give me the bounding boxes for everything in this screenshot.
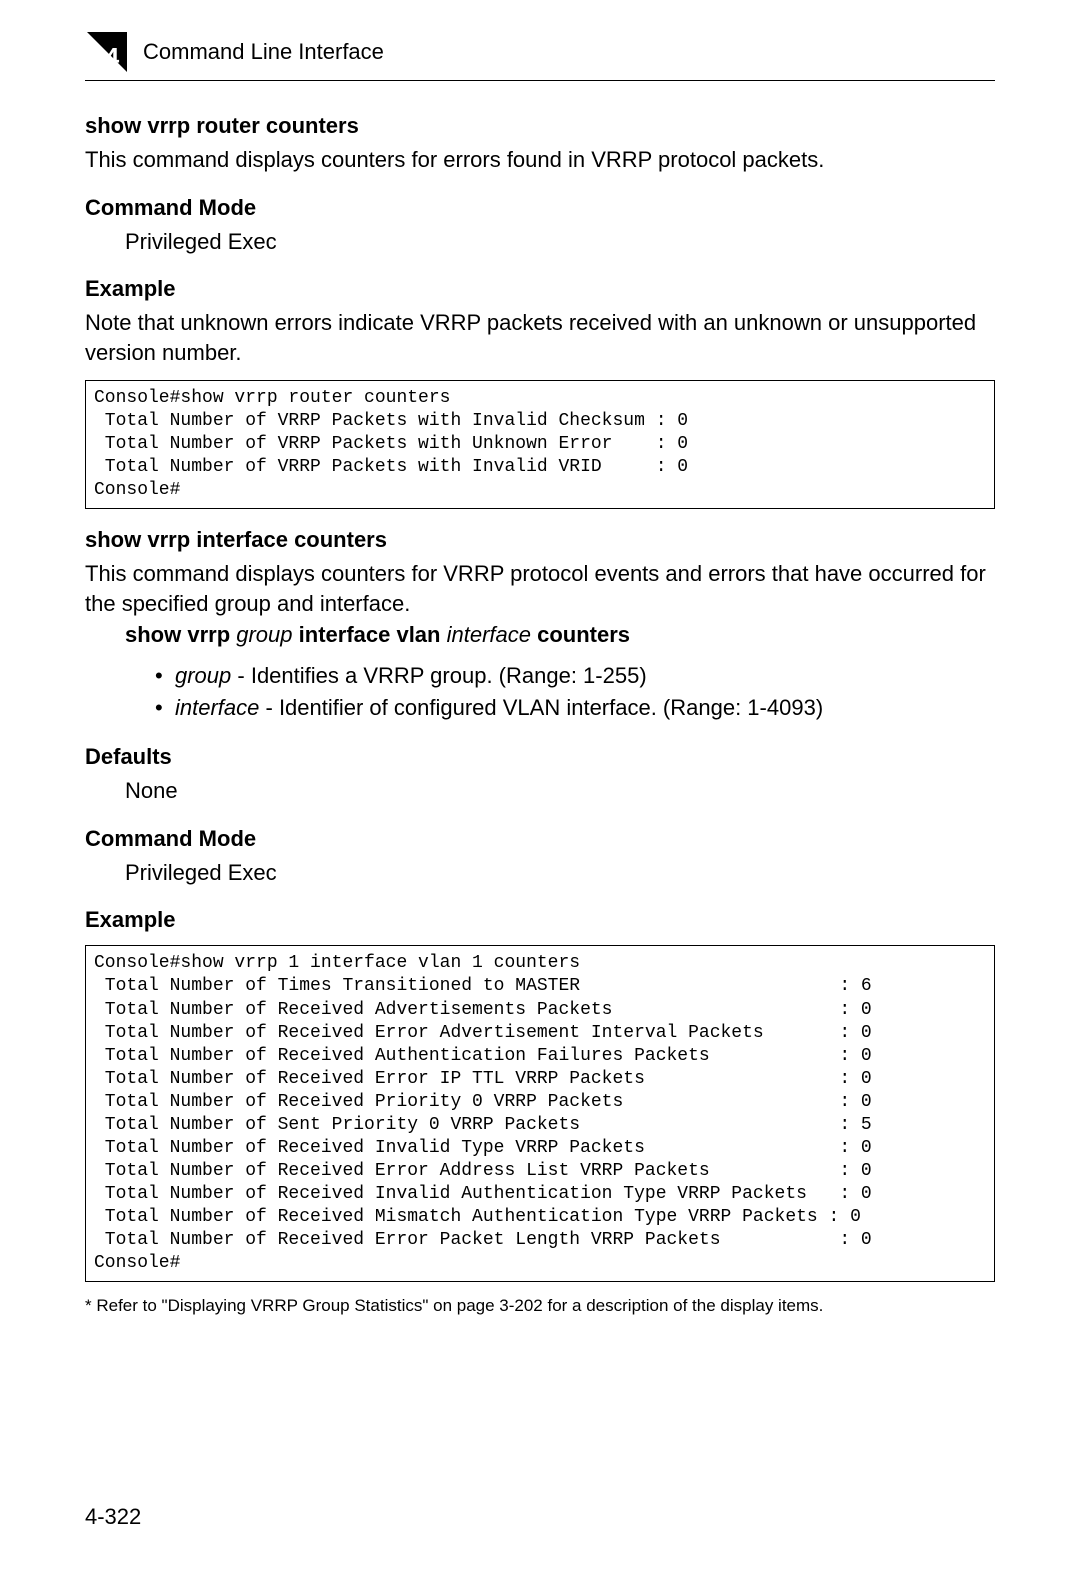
page-number: 4-322 xyxy=(85,1504,141,1530)
syntax-part-3: interface vlan xyxy=(293,622,447,647)
section-heading-interface-counters: show vrrp interface counters xyxy=(85,527,995,553)
header-title: Command Line Interface xyxy=(143,39,384,65)
syntax-part-1: show vrrp xyxy=(125,622,236,647)
defaults-heading: Defaults xyxy=(85,744,995,770)
code-example-2: Console#show vrrp 1 interface vlan 1 cou… xyxy=(85,945,995,1281)
example-heading-1: Example xyxy=(85,276,995,302)
param-interface: interface - Identifier of configured VLA… xyxy=(155,692,995,724)
parameter-list: group - Identifies a VRRP group. (Range:… xyxy=(155,660,995,724)
defaults-value: None xyxy=(125,776,995,806)
param-group: group - Identifies a VRRP group. (Range:… xyxy=(155,660,995,692)
page-header: 4 Command Line Interface xyxy=(85,30,995,81)
syntax-part-2: group xyxy=(236,622,292,647)
syntax-part-5: counters xyxy=(531,622,630,647)
section2-description: This command displays counters for VRRP … xyxy=(85,559,995,618)
footnote: * Refer to "Displaying VRRP Group Statis… xyxy=(85,1296,995,1316)
document-page: 4 Command Line Interface show vrrp route… xyxy=(0,0,1080,1570)
param-interface-desc: - Identifier of configured VLAN interfac… xyxy=(259,695,823,720)
command-mode-value-2: Privileged Exec xyxy=(125,858,995,888)
section-heading-router-counters: show vrrp router counters xyxy=(85,113,995,139)
command-mode-value-1: Privileged Exec xyxy=(125,227,995,257)
chapter-number-icon: 4 xyxy=(85,30,129,74)
example-heading-2: Example xyxy=(85,907,995,933)
command-syntax: show vrrp group interface vlan interface… xyxy=(125,622,995,648)
section1-description: This command displays counters for error… xyxy=(85,145,995,175)
code-example-1: Console#show vrrp router counters Total … xyxy=(85,380,995,509)
syntax-part-4: interface xyxy=(447,622,531,647)
param-group-name: group xyxy=(175,663,231,688)
command-mode-heading-1: Command Mode xyxy=(85,195,995,221)
param-interface-name: interface xyxy=(175,695,259,720)
command-mode-heading-2: Command Mode xyxy=(85,826,995,852)
chapter-number-text: 4 xyxy=(105,42,120,72)
param-group-desc: - Identifies a VRRP group. (Range: 1-255… xyxy=(231,663,646,688)
example-note-1: Note that unknown errors indicate VRRP p… xyxy=(85,308,995,367)
